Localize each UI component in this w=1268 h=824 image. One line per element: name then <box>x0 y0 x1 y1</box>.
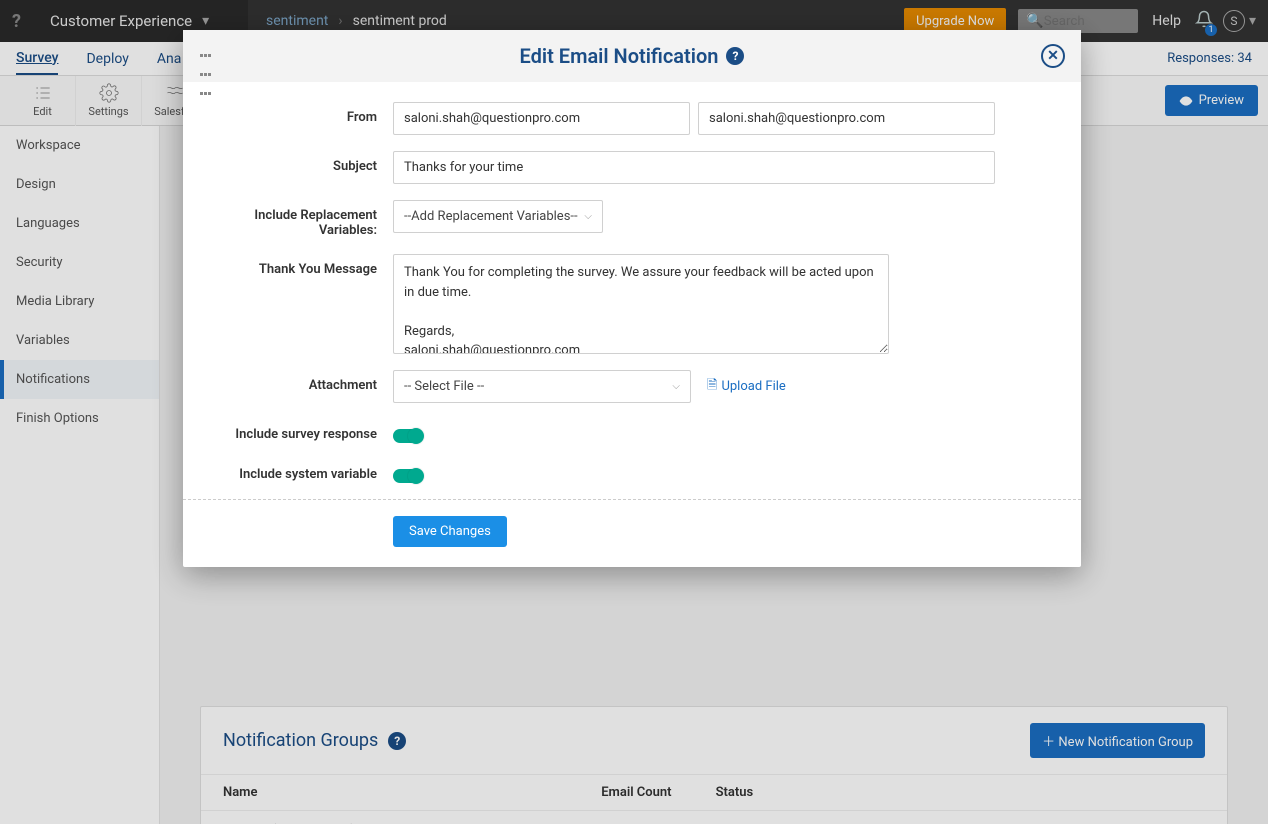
label-include-vars: Include Replacement Variables: <box>203 200 393 238</box>
save-changes-button[interactable]: Save Changes <box>393 516 507 547</box>
attachment-placeholder: -- Select File -- <box>404 379 484 394</box>
drag-handle-icon[interactable] <box>197 42 213 58</box>
from-email-input[interactable] <box>698 102 995 135</box>
msg-line1: Thank You for completing the survey. We … <box>404 265 874 300</box>
subject-input[interactable] <box>393 151 995 184</box>
msg-regards: Regards, <box>404 324 454 339</box>
label-subject: Subject <box>203 151 393 174</box>
label-thankyou: Thank You Message <box>203 254 393 277</box>
vars-placeholder: --Add Replacement Variables-- <box>404 209 578 224</box>
label-from: From <box>203 102 393 125</box>
label-attachment: Attachment <box>203 370 393 393</box>
from-name-input[interactable] <box>393 102 690 135</box>
thankyou-textarea[interactable]: Thank You for completing the survey. We … <box>393 254 889 354</box>
label-include-system: Include system variable <box>203 459 393 482</box>
close-icon[interactable]: ✕ <box>1041 44 1065 68</box>
label-include-response: Include survey response <box>203 419 393 442</box>
upload-file-link[interactable]: 🗎 Upload File <box>707 370 786 403</box>
msg-signature-email: saloni.shah@questionpro.com <box>404 343 580 354</box>
chevron-down-icon: ⌵ <box>584 211 592 222</box>
chevron-down-icon: ⌵ <box>672 381 680 392</box>
edit-email-notification-modal: Edit Email Notification ? ✕ From Subject… <box>183 30 1081 567</box>
replacement-vars-select[interactable]: --Add Replacement Variables-- ⌵ <box>393 200 603 233</box>
modal-title: Edit Email Notification <box>520 44 719 68</box>
include-system-toggle[interactable] <box>393 469 423 483</box>
help-icon[interactable]: ? <box>726 47 744 65</box>
attachment-select[interactable]: -- Select File -- ⌵ <box>393 370 691 403</box>
file-icon: 🗎 <box>707 376 717 398</box>
include-response-toggle[interactable] <box>393 429 423 443</box>
